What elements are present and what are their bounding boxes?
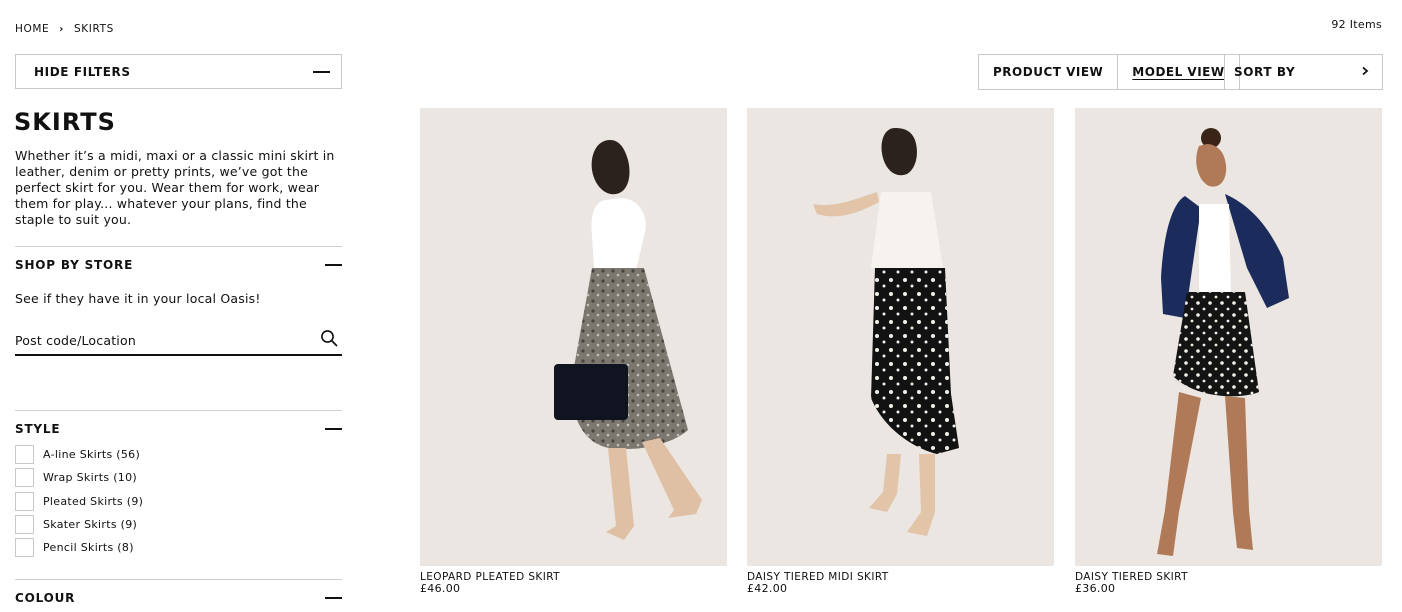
hide-filters-button[interactable]: HIDE FILTERS — [15, 54, 342, 89]
checkbox[interactable] — [15, 468, 34, 488]
style-option-label: Pleated Skirts (9) — [43, 494, 144, 508]
sort-by-label: SORT BY — [1234, 65, 1296, 79]
style-option-pencil[interactable]: Pencil Skirts (8) — [15, 536, 143, 559]
page-title: SKIRTS — [14, 108, 116, 136]
style-option-skater[interactable]: Skater Skirts (9) — [15, 513, 143, 536]
product-view-button[interactable]: PRODUCT VIEW — [979, 55, 1117, 89]
checkbox[interactable] — [15, 445, 34, 465]
divider — [15, 410, 342, 411]
minus-icon — [313, 70, 330, 73]
product-card[interactable]: LEOPARD PLEATED SKIRT £46.00 — [420, 108, 727, 595]
divider — [15, 579, 342, 580]
product-price: £36.00 — [1075, 582, 1116, 595]
style-option-label: Wrap Skirts (10) — [43, 471, 137, 485]
product-price: £42.00 — [747, 582, 788, 595]
store-finder-text: See if they have it in your local Oasis! — [15, 291, 261, 306]
shop-by-store-heading: SHOP BY STORE — [15, 258, 134, 272]
minus-icon — [325, 428, 342, 430]
style-option-label: Pencil Skirts (8) — [43, 541, 134, 555]
view-toggle: PRODUCT VIEW MODEL VIEW — [978, 54, 1240, 90]
product-image[interactable] — [420, 108, 727, 566]
item-count: 92 Items — [1331, 18, 1382, 31]
product-image[interactable] — [1075, 108, 1382, 566]
minus-icon — [325, 264, 342, 266]
product-name[interactable]: DAISY TIERED SKIRT — [1075, 571, 1382, 583]
product-card[interactable]: DAISY TIERED MIDI SKIRT £42.00 — [747, 108, 1054, 595]
product-name[interactable]: LEOPARD PLEATED SKIRT — [420, 571, 727, 583]
product-image[interactable] — [747, 108, 1054, 566]
divider — [15, 246, 342, 247]
search-icon[interactable] — [320, 329, 338, 351]
style-option-label: Skater Skirts (9) — [43, 517, 138, 531]
product-card[interactable]: DAISY TIERED SKIRT £36.00 — [1075, 108, 1382, 595]
breadcrumb: HOME › SKIRTS — [15, 23, 114, 35]
checkbox[interactable] — [15, 514, 34, 534]
breadcrumb-home[interactable]: HOME — [15, 23, 49, 35]
checkbox[interactable] — [15, 491, 34, 511]
product-price: £46.00 — [420, 582, 461, 595]
style-filter-list: A-line Skirts (56) Wrap Skirts (10) Plea… — [15, 443, 143, 559]
style-heading: STYLE — [15, 422, 61, 436]
colour-filter-toggle[interactable]: COLOUR — [15, 591, 342, 605]
style-filter-toggle[interactable]: STYLE — [15, 422, 342, 436]
shop-by-store-toggle[interactable]: SHOP BY STORE — [15, 258, 342, 272]
breadcrumb-current: SKIRTS — [74, 23, 114, 35]
chevron-right-icon — [1361, 65, 1369, 79]
chevron-right-icon: › — [59, 23, 64, 35]
model-view-button[interactable]: MODEL VIEW — [1117, 55, 1238, 89]
style-option-a-line[interactable]: A-line Skirts (56) — [15, 443, 143, 466]
sort-by-dropdown[interactable]: SORT BY — [1224, 54, 1383, 90]
category-description: Whether it’s a midi, maxi or a classic m… — [15, 148, 335, 227]
product-name[interactable]: DAISY TIERED MIDI SKIRT — [747, 571, 1054, 583]
store-search-field — [15, 326, 342, 356]
minus-icon — [325, 597, 342, 599]
hide-filters-label: HIDE FILTERS — [34, 64, 131, 79]
store-location-input[interactable] — [15, 332, 295, 348]
style-option-label: A-line Skirts (56) — [43, 448, 141, 462]
checkbox[interactable] — [15, 538, 34, 558]
style-option-wrap[interactable]: Wrap Skirts (10) — [15, 466, 143, 489]
colour-heading: COLOUR — [15, 591, 76, 605]
style-option-pleated[interactable]: Pleated Skirts (9) — [15, 490, 143, 513]
